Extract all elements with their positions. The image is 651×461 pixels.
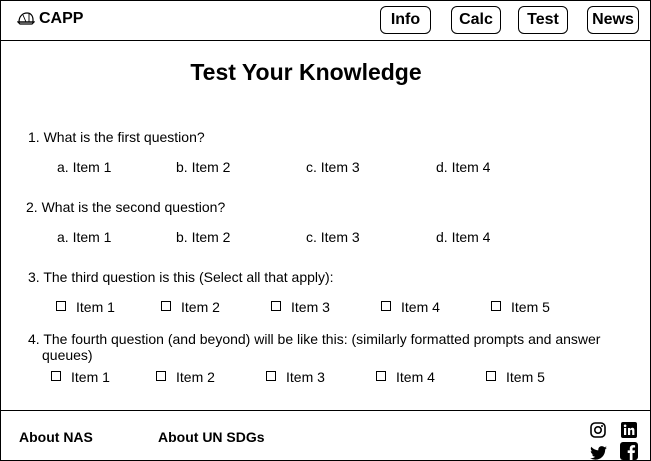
q1-option-a[interactable]: a. Item 1 [57, 159, 111, 175]
q3-option-5-label[interactable]: Item 5 [511, 299, 550, 315]
instagram-icon[interactable] [590, 422, 606, 438]
q4-checkbox-3[interactable] [266, 371, 276, 381]
q4-option-3-label[interactable]: Item 3 [286, 369, 325, 385]
page-title: Test Your Knowledge [190, 59, 422, 85]
q2-option-c[interactable]: c. Item 3 [306, 229, 360, 245]
q4-option-1-label[interactable]: Item 1 [71, 369, 110, 385]
question-2-prompt: 2. What is the second question? [26, 199, 226, 215]
q4-option-2-label[interactable]: Item 2 [176, 369, 215, 385]
cap-icon [17, 12, 35, 25]
q2-option-a[interactable]: a. Item 1 [57, 229, 111, 245]
q3-option-1-label[interactable]: Item 1 [76, 299, 115, 315]
q4-checkbox-1[interactable] [51, 371, 61, 381]
page: CAPP Info Calc Test News Test Your Knowl… [0, 0, 651, 461]
nav-news-button[interactable]: News [587, 6, 639, 34]
facebook-icon[interactable] [620, 442, 638, 460]
q3-checkbox-2[interactable] [161, 301, 171, 311]
nav-calc-button[interactable]: Calc [451, 6, 501, 34]
q4-checkbox-4[interactable] [376, 371, 386, 381]
q4-option-5-label[interactable]: Item 5 [506, 369, 545, 385]
q3-option-2-label[interactable]: Item 2 [181, 299, 220, 315]
top-nav-bar: CAPP Info Calc Test News [1, 1, 650, 41]
question-1-prompt: 1. What is the first question? [28, 129, 205, 145]
q3-option-3-label[interactable]: Item 3 [291, 299, 330, 315]
q3-option-4-label[interactable]: Item 4 [401, 299, 440, 315]
q3-checkbox-4[interactable] [381, 301, 391, 311]
brand-name: CAPP [39, 10, 84, 27]
q3-checkbox-3[interactable] [271, 301, 281, 311]
q2-option-b[interactable]: b. Item 2 [176, 229, 230, 245]
question-3-prompt: 3. The third question is this (Select al… [28, 269, 334, 285]
q1-option-d[interactable]: d. Item 4 [436, 159, 490, 175]
q1-option-b[interactable]: b. Item 2 [176, 159, 230, 175]
q3-checkbox-1[interactable] [56, 301, 66, 311]
q3-checkbox-5[interactable] [491, 301, 501, 311]
brand-logo[interactable]: CAPP [17, 10, 83, 28]
question-4-prompt-line1: 4. The fourth question (and beyond) will… [28, 331, 601, 347]
footer-link-about-un-sdgs[interactable]: About UN SDGs [158, 429, 265, 445]
q4-checkbox-5[interactable] [486, 371, 496, 381]
twitter-icon[interactable] [590, 446, 607, 460]
q1-option-c[interactable]: c. Item 3 [306, 159, 360, 175]
q4-checkbox-2[interactable] [156, 371, 166, 381]
question-4-prompt-line2: queues) [42, 347, 93, 363]
footer-link-about-nas[interactable]: About NAS [19, 429, 93, 445]
linkedin-icon[interactable] [621, 422, 637, 438]
q2-option-d[interactable]: d. Item 4 [436, 229, 490, 245]
q4-option-4-label[interactable]: Item 4 [396, 369, 435, 385]
footer: About NAS About UN SDGs [1, 410, 650, 461]
nav-info-button[interactable]: Info [380, 6, 431, 34]
nav-test-button[interactable]: Test [518, 6, 568, 34]
